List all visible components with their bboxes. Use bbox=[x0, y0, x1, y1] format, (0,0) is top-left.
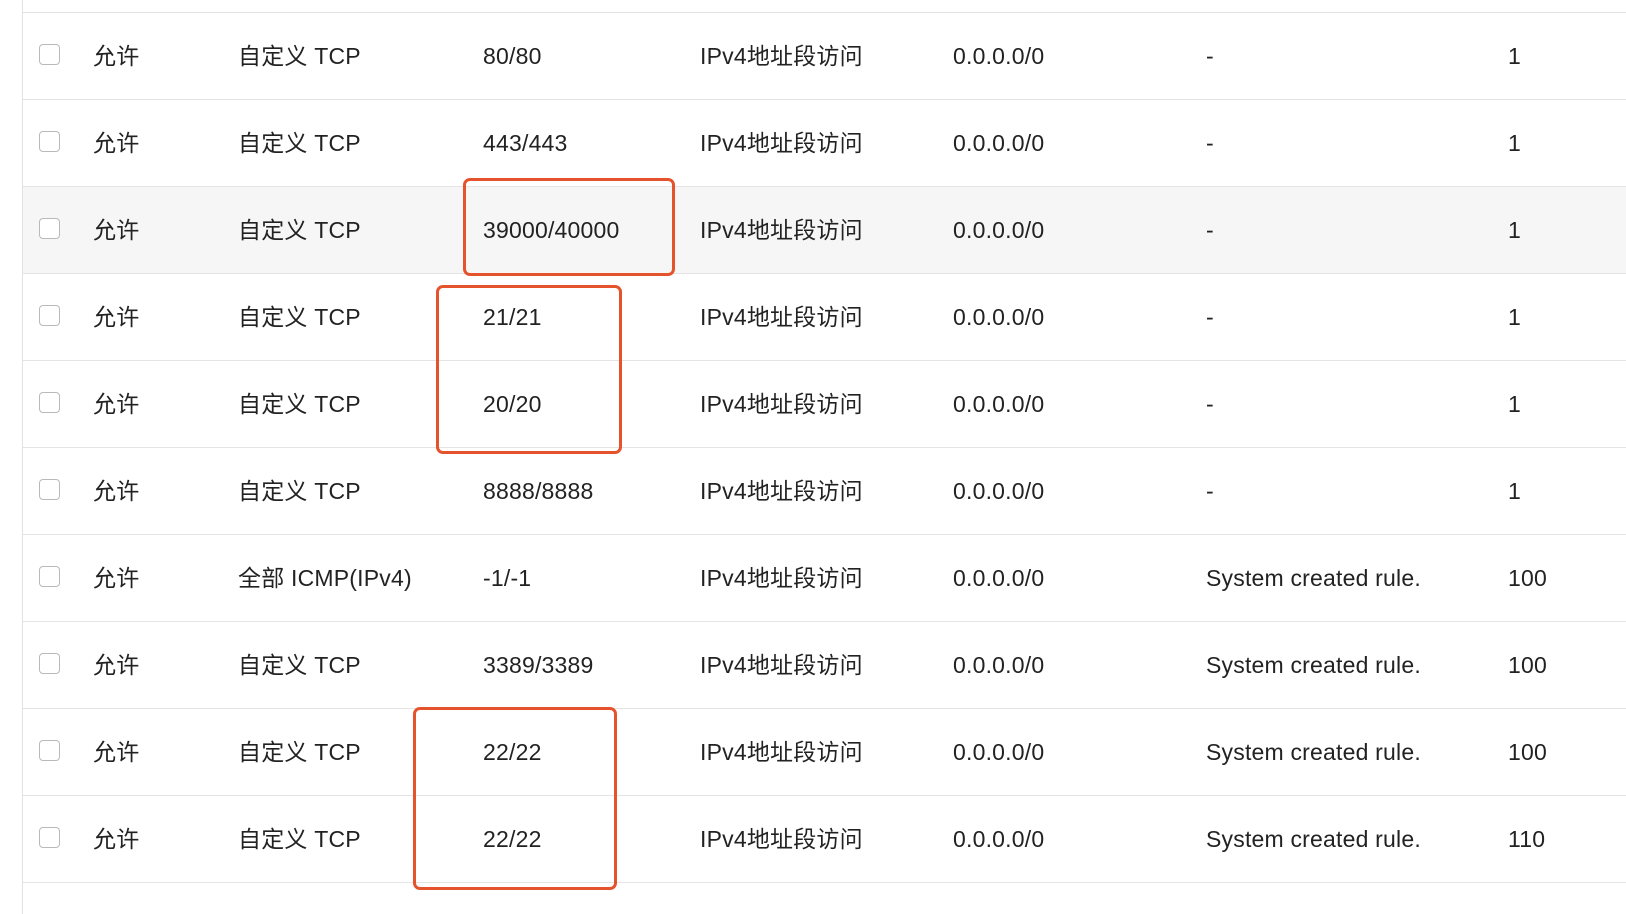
auth-type-cell: IPv4地址段访问 bbox=[700, 739, 863, 765]
protocol-cell: 自定义 TCP bbox=[238, 304, 361, 330]
auth-type-cell: IPv4地址段访问 bbox=[700, 391, 863, 417]
row-checkbox[interactable] bbox=[39, 653, 60, 674]
action-cell: 允许 bbox=[93, 478, 140, 504]
security-group-rules-table: 允许 自定义 TCP 80/80 IPv4地址段访问 0.0.0.0/0 - 1… bbox=[23, 13, 1626, 883]
auth-type-cell: IPv4地址段访问 bbox=[700, 304, 863, 330]
action-cell: 允许 bbox=[93, 739, 140, 765]
auth-type-cell: IPv4地址段访问 bbox=[700, 652, 863, 678]
row-checkbox[interactable] bbox=[39, 44, 60, 65]
description-cell: - bbox=[1206, 130, 1214, 156]
source-cell: 0.0.0.0/0 bbox=[953, 130, 1045, 156]
description-cell: System created rule. bbox=[1206, 739, 1421, 765]
priority-cell: 110 bbox=[1508, 826, 1546, 852]
priority-cell: 100 bbox=[1508, 565, 1547, 591]
auth-type-cell: IPv4地址段访问 bbox=[700, 565, 863, 591]
source-cell: 0.0.0.0/0 bbox=[953, 739, 1045, 765]
description-cell: System created rule. bbox=[1206, 652, 1421, 678]
protocol-cell: 自定义 TCP bbox=[238, 43, 361, 69]
protocol-cell: 自定义 TCP bbox=[238, 826, 361, 852]
row-checkbox[interactable] bbox=[39, 131, 60, 152]
table-row: 允许 自定义 TCP 8888/8888 IPv4地址段访问 0.0.0.0/0… bbox=[23, 448, 1626, 535]
description-cell: - bbox=[1206, 43, 1214, 69]
source-cell: 0.0.0.0/0 bbox=[953, 826, 1045, 852]
source-cell: 0.0.0.0/0 bbox=[953, 391, 1045, 417]
protocol-cell: 自定义 TCP bbox=[238, 391, 361, 417]
protocol-cell: 自定义 TCP bbox=[238, 739, 361, 765]
table-row: 允许 全部 ICMP(IPv4) -1/-1 IPv4地址段访问 0.0.0.0… bbox=[23, 535, 1626, 622]
row-checkbox[interactable] bbox=[39, 740, 60, 761]
priority-cell: 100 bbox=[1508, 652, 1547, 678]
priority-cell: 1 bbox=[1508, 304, 1521, 330]
table-row: 允许 自定义 TCP 80/80 IPv4地址段访问 0.0.0.0/0 - 1 bbox=[23, 13, 1626, 100]
action-cell: 允许 bbox=[93, 826, 140, 852]
description-cell: - bbox=[1206, 304, 1214, 330]
table-row: 允许 自定义 TCP 20/20 IPv4地址段访问 0.0.0.0/0 - 1 bbox=[23, 361, 1626, 448]
action-cell: 允许 bbox=[93, 391, 140, 417]
priority-cell: 100 bbox=[1508, 739, 1547, 765]
action-cell: 允许 bbox=[93, 304, 140, 330]
priority-cell: 1 bbox=[1508, 43, 1521, 69]
table-row: 允许 自定义 TCP 22/22 IPv4地址段访问 0.0.0.0/0 Sys… bbox=[23, 796, 1626, 883]
priority-cell: 1 bbox=[1508, 217, 1521, 243]
annotation-box-ports-22 bbox=[413, 707, 617, 890]
row-checkbox[interactable] bbox=[39, 305, 60, 326]
port-range-cell: 3389/3389 bbox=[483, 652, 594, 678]
source-cell: 0.0.0.0/0 bbox=[953, 565, 1045, 591]
table-row: 允许 自定义 TCP 22/22 IPv4地址段访问 0.0.0.0/0 Sys… bbox=[23, 709, 1626, 796]
description-cell: - bbox=[1206, 478, 1214, 504]
row-checkbox[interactable] bbox=[39, 479, 60, 500]
description-cell: System created rule. bbox=[1206, 826, 1421, 852]
protocol-cell: 自定义 TCP bbox=[238, 217, 361, 243]
row-checkbox[interactable] bbox=[39, 827, 60, 848]
action-cell: 允许 bbox=[93, 217, 140, 243]
table-row-hovered: 允许 自定义 TCP 39000/40000 IPv4地址段访问 0.0.0.0… bbox=[23, 187, 1626, 274]
action-cell: 允许 bbox=[93, 43, 140, 69]
row-checkbox[interactable] bbox=[39, 566, 60, 587]
protocol-cell: 全部 ICMP(IPv4) bbox=[238, 565, 412, 591]
table-row: 允许 自定义 TCP 3389/3389 IPv4地址段访问 0.0.0.0/0… bbox=[23, 622, 1626, 709]
description-cell: - bbox=[1206, 391, 1214, 417]
port-range-cell: 443/443 bbox=[483, 130, 568, 156]
source-cell: 0.0.0.0/0 bbox=[953, 43, 1045, 69]
table-row: 允许 自定义 TCP 21/21 IPv4地址段访问 0.0.0.0/0 - 1 bbox=[23, 274, 1626, 361]
annotation-box-ports-21-20 bbox=[436, 285, 622, 454]
port-range-cell: 8888/8888 bbox=[483, 478, 594, 504]
protocol-cell: 自定义 TCP bbox=[238, 478, 361, 504]
protocol-cell: 自定义 TCP bbox=[238, 130, 361, 156]
row-checkbox[interactable] bbox=[39, 218, 60, 239]
annotation-box-port-39000 bbox=[463, 178, 675, 276]
auth-type-cell: IPv4地址段访问 bbox=[700, 478, 863, 504]
row-checkbox[interactable] bbox=[39, 392, 60, 413]
auth-type-cell: IPv4地址段访问 bbox=[700, 826, 863, 852]
auth-type-cell: IPv4地址段访问 bbox=[700, 130, 863, 156]
source-cell: 0.0.0.0/0 bbox=[953, 304, 1045, 330]
priority-cell: 1 bbox=[1508, 130, 1521, 156]
action-cell: 允许 bbox=[93, 565, 140, 591]
action-cell: 允许 bbox=[93, 130, 140, 156]
source-cell: 0.0.0.0/0 bbox=[953, 217, 1045, 243]
auth-type-cell: IPv4地址段访问 bbox=[700, 43, 863, 69]
priority-cell: 1 bbox=[1508, 391, 1521, 417]
priority-cell: 1 bbox=[1508, 478, 1521, 504]
description-cell: - bbox=[1206, 217, 1214, 243]
action-cell: 允许 bbox=[93, 652, 140, 678]
protocol-cell: 自定义 TCP bbox=[238, 652, 361, 678]
source-cell: 0.0.0.0/0 bbox=[953, 478, 1045, 504]
auth-type-cell: IPv4地址段访问 bbox=[700, 217, 863, 243]
description-cell: System created rule. bbox=[1206, 565, 1421, 591]
port-range-cell: -1/-1 bbox=[483, 565, 532, 591]
table-row: 允许 自定义 TCP 443/443 IPv4地址段访问 0.0.0.0/0 -… bbox=[23, 100, 1626, 187]
source-cell: 0.0.0.0/0 bbox=[953, 652, 1045, 678]
port-range-cell: 80/80 bbox=[483, 43, 542, 69]
